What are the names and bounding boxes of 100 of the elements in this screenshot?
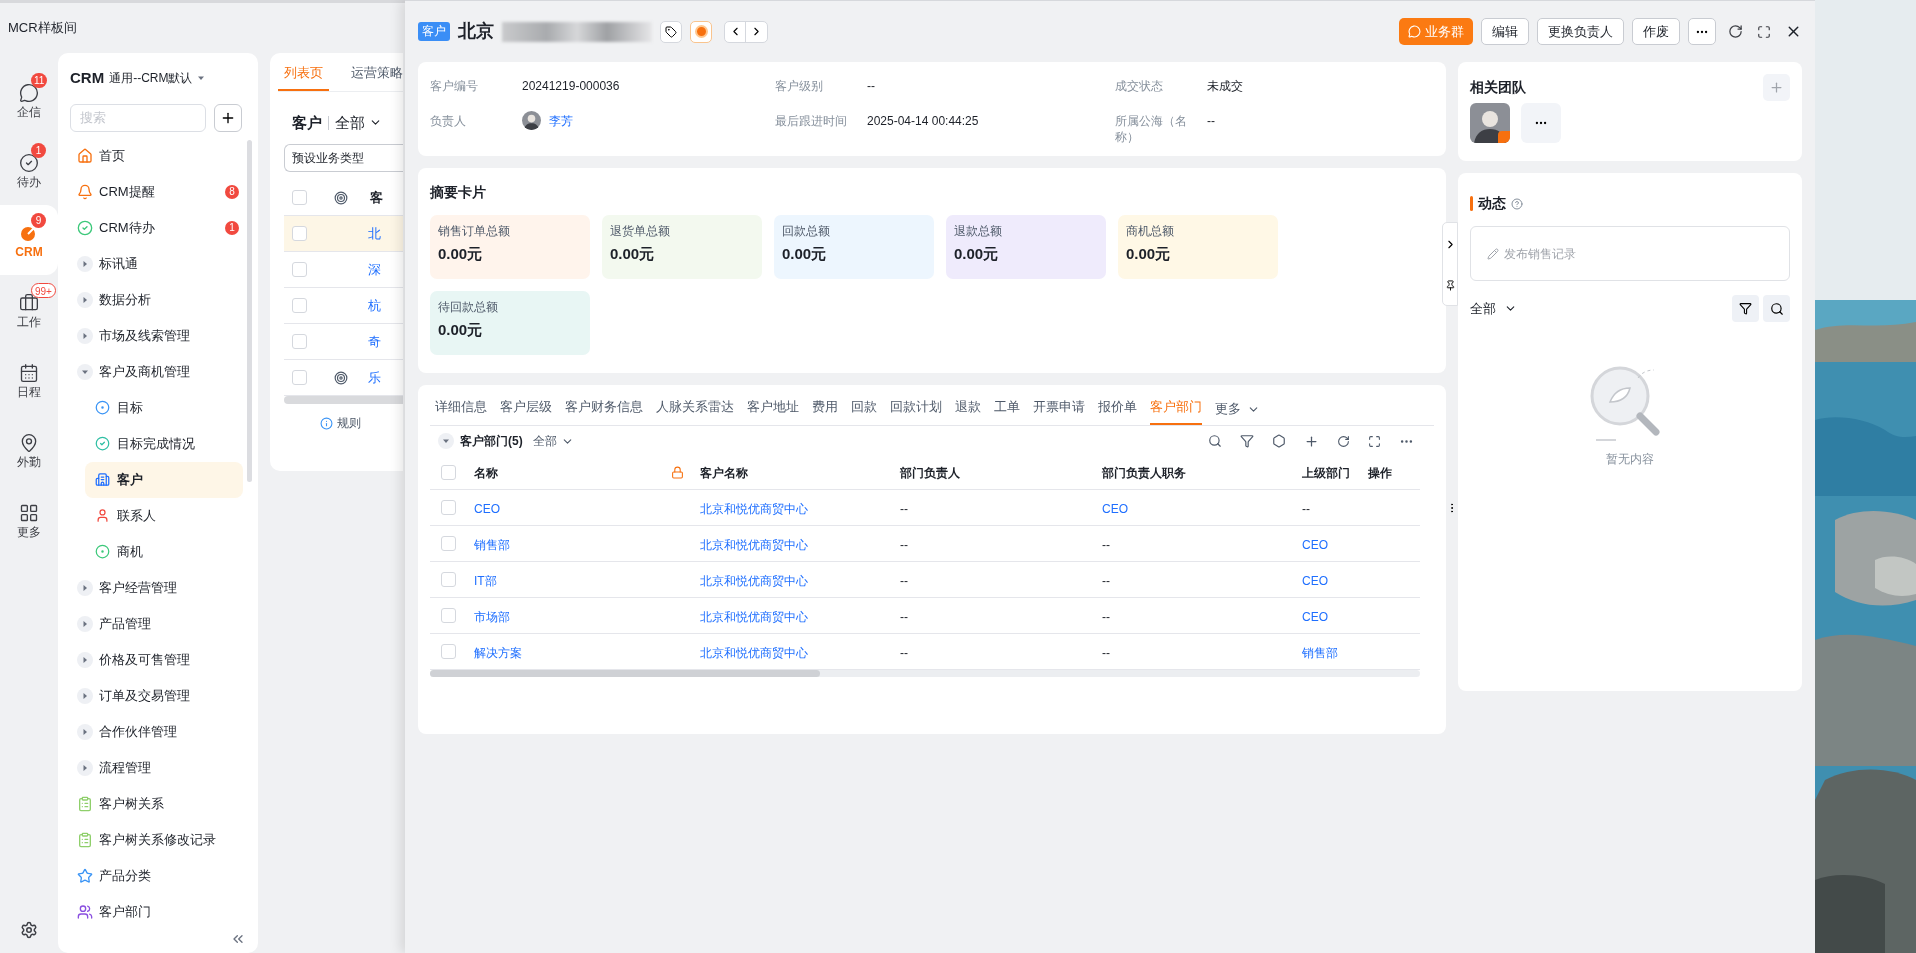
detail-tab[interactable]: 人脉关系雷达 [656,398,734,425]
checkbox[interactable] [440,465,456,480]
fullscreen-icon[interactable] [1757,24,1771,39]
rail-item[interactable]: 更多 [0,485,58,555]
nav-item[interactable]: 目标 [85,389,243,426]
refresh-icon[interactable] [1728,24,1743,39]
checkbox[interactable] [291,190,307,205]
detail-tab[interactable]: 客户财务信息 [565,398,643,425]
nav-item[interactable]: 客户经营管理 [72,569,243,606]
nav-item[interactable]: 产品管理 [72,605,243,642]
add-button[interactable] [214,103,242,132]
nav-item[interactable]: 合作伙伴管理 [72,713,243,750]
checkbox[interactable] [440,500,456,515]
table-row[interactable]: 北 [284,216,403,252]
table-link[interactable]: CEO [1102,501,1128,516]
nav-item[interactable]: 客户树关系 [72,785,243,822]
customer-link[interactable]: 奇 [368,331,381,352]
action-button[interactable]: 编辑 [1481,18,1529,45]
table-link[interactable]: IT部 [474,573,497,588]
fullscreen-icon[interactable] [1368,434,1381,448]
checkbox[interactable] [440,572,456,587]
rail-item[interactable]: 日程 [0,345,58,415]
tag-button[interactable] [660,20,682,43]
search-icon[interactable] [1208,434,1222,448]
nav-item[interactable]: 商机 [85,533,243,570]
nav-item[interactable]: 客户树关系修改记录 [72,821,243,858]
nav-item[interactable]: 订单及交易管理 [72,677,243,714]
table-link[interactable]: 北京和悦优商贸中心 [700,501,808,516]
rail-item[interactable]: 工作 99+ [0,275,58,345]
detail-tab[interactable]: 工单 [994,398,1020,425]
search-button[interactable] [1763,295,1790,322]
customer-link[interactable]: 乐 [368,367,381,388]
checkbox[interactable] [291,226,307,241]
detail-tab[interactable]: 客户地址 [747,398,799,425]
detail-tab[interactable]: 费用 [812,398,838,425]
owner-link[interactable]: 李芳 [549,111,573,130]
table-link[interactable]: 解决方案 [474,645,522,660]
customer-link[interactable]: 杭 [368,295,381,316]
workspace-selector[interactable]: 通用--CRM默认 [109,69,205,88]
nav-item[interactable]: CRM提醒 8 [72,173,243,210]
rules-link[interactable]: 规则 [337,414,361,432]
search-field[interactable]: 搜索 [70,103,206,132]
nav-item[interactable]: CRM待办 1 [72,209,243,246]
nav-item[interactable]: 流程管理 [72,749,243,786]
nav-item[interactable]: 目标完成情况 [85,425,243,462]
table-link[interactable]: CEO [1302,609,1328,624]
checkbox[interactable] [440,608,456,623]
table-link[interactable]: 销售部 [1302,645,1338,660]
checkbox[interactable] [291,334,307,349]
detail-tab[interactable]: 回款计划 [890,398,942,425]
table-link[interactable]: 销售部 [474,537,510,552]
add-icon[interactable] [1304,433,1319,449]
nav-item[interactable]: 价格及可售管理 [72,641,243,678]
settings-icon[interactable] [20,921,38,939]
filter-button[interactable] [1732,295,1759,322]
customer-link[interactable]: 深 [368,259,381,280]
nav-item[interactable]: 数据分析 [72,281,243,318]
view-tab[interactable]: 运营策略 [345,63,403,91]
checkbox[interactable] [291,298,307,313]
nav-item[interactable]: 产品分类 [72,857,243,894]
table-link[interactable]: 北京和悦优商贸中心 [700,537,808,552]
nav-item[interactable]: 联系人 [85,497,243,534]
checkbox[interactable] [440,536,456,551]
more-tab[interactable]: 更多 [1215,400,1260,425]
customer-link[interactable]: 北 [368,223,381,244]
scope-dropdown[interactable]: 全部 [532,432,574,450]
table-link[interactable]: 北京和悦优商贸中心 [700,645,808,660]
checkbox[interactable] [291,370,307,385]
detail-tab[interactable]: 开票申请 [1033,398,1085,425]
nav-item[interactable]: 市场及线索管理 [72,317,243,354]
nav-item[interactable]: 客户部门 [72,893,243,930]
level-button[interactable] [690,20,712,43]
table-link[interactable]: CEO [474,501,500,516]
scope-dropdown[interactable]: 全部 [335,111,382,134]
detail-tab[interactable]: 回款 [851,398,877,425]
nav-item[interactable]: 首页 [72,137,243,174]
filter-icon[interactable] [1240,434,1254,448]
scrollbar-thumb[interactable] [430,670,820,677]
settings-icon[interactable] [1272,434,1286,448]
table-link[interactable]: 市场部 [474,609,510,624]
scope-dropdown[interactable]: 全部 [1470,298,1517,319]
detail-tab[interactable]: 退款 [955,398,981,425]
pin-icon[interactable] [1444,279,1456,291]
table-link[interactable]: CEO [1302,573,1328,588]
rail-item[interactable]: 待办 1 [0,135,58,205]
nav-item[interactable]: 客户 [85,461,243,498]
detail-tab[interactable]: 客户层级 [500,398,552,425]
rail-item[interactable]: CRM 9 [0,205,58,275]
table-link[interactable]: CEO [1302,537,1328,552]
table-link[interactable]: 北京和悦优商贸中心 [700,609,808,624]
detail-tab[interactable]: 详细信息 [435,398,487,425]
table-link[interactable]: 北京和悦优商贸中心 [700,573,808,588]
member-avatar[interactable] [1470,103,1510,143]
rail-item[interactable]: 外勤 [0,415,58,485]
action-button[interactable]: 更换负责人 [1537,18,1624,45]
nav-item[interactable]: 客户及商机管理 [72,353,243,390]
rail-item[interactable]: 企信 11 [0,65,58,135]
checkbox[interactable] [291,262,307,277]
action-button[interactable]: 作废 [1632,18,1680,45]
detail-tab[interactable]: 报价单 [1098,398,1137,425]
